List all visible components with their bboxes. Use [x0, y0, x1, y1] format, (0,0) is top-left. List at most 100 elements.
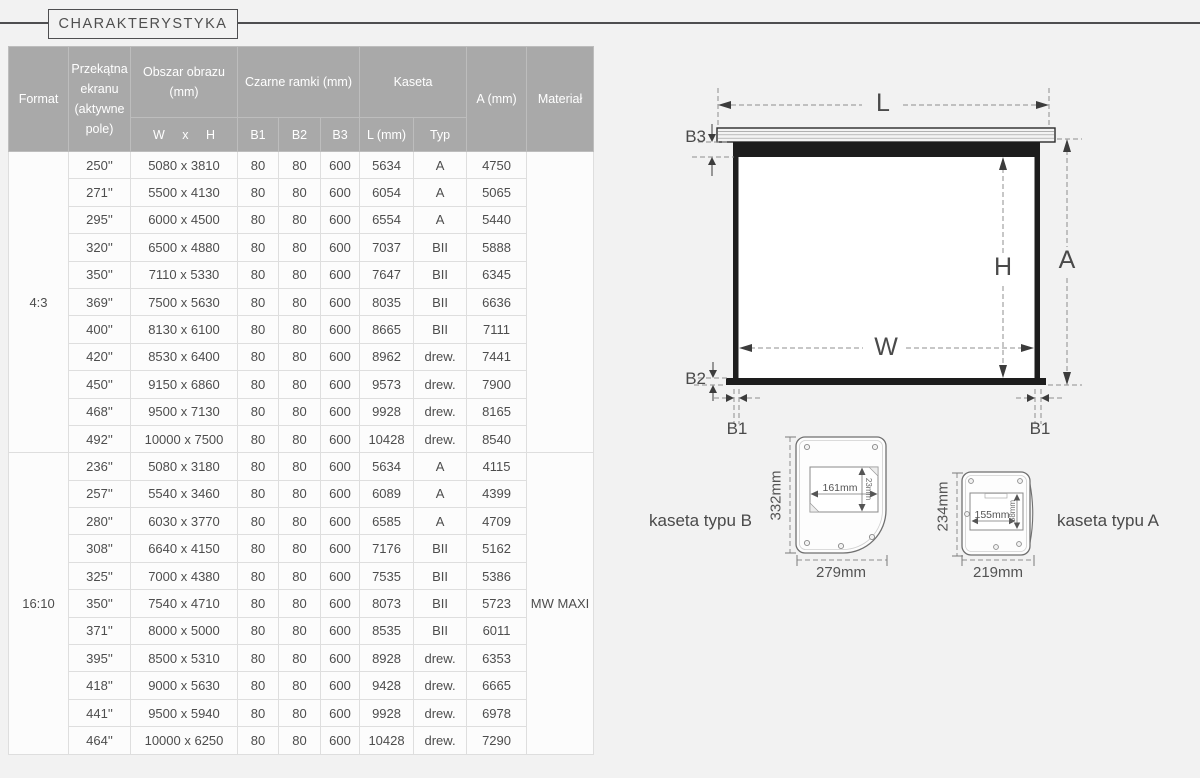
table-cell: 80 [279, 480, 321, 507]
table-row: 441''9500 x 594080806009928drew.6978 [9, 699, 594, 726]
table-cell: 468'' [69, 398, 131, 425]
table-cell: 250'' [69, 152, 131, 179]
table-cell: drew. [414, 699, 467, 726]
spec-table: Format Przekątna ekranu (aktywne pole) O… [8, 46, 594, 755]
table-cell: 9928 [360, 398, 414, 425]
table-cell: 10000 x 7500 [131, 425, 238, 452]
table-cell: BII [414, 590, 467, 617]
table-cell: 308'' [69, 535, 131, 562]
table-row: 371''8000 x 500080806008535BII6011 [9, 617, 594, 644]
table-cell: 80 [238, 617, 279, 644]
table-cell: 7900 [467, 371, 527, 398]
cassette-bar [717, 128, 1055, 142]
table-row: 350''7110 x 533080806007647BII6345 [9, 261, 594, 288]
table-row: 464''10000 x 6250808060010428drew.7290 [9, 727, 594, 754]
spec-table-container: Format Przekątna ekranu (aktywne pole) O… [8, 46, 594, 755]
table-cell: 4399 [467, 480, 527, 507]
table-cell: 5634 [360, 152, 414, 179]
table-cell: 295'' [69, 206, 131, 233]
table-cell: 600 [321, 645, 360, 672]
table-cell: BII [414, 234, 467, 261]
table-cell: 80 [238, 672, 279, 699]
table-cell: 80 [238, 453, 279, 480]
table-cell: 9500 x 7130 [131, 398, 238, 425]
table-cell: 9500 x 5940 [131, 699, 238, 726]
table-cell: 600 [321, 206, 360, 233]
dim-label-l: L [865, 91, 901, 116]
table-row: 450''9150 x 686080806009573drew.7900 [9, 371, 594, 398]
col-header-a: A (mm) [467, 47, 527, 152]
table-cell: 6030 x 3770 [131, 508, 238, 535]
table-cell: 257'' [69, 480, 131, 507]
table-cell: 7647 [360, 261, 414, 288]
col-header-b3: B3 [321, 118, 360, 152]
col-header-b1: B1 [238, 118, 279, 152]
table-cell: BII [414, 562, 467, 589]
table-cell: BII [414, 261, 467, 288]
table-cell: 80 [238, 699, 279, 726]
dim-label-a: A [1052, 248, 1082, 273]
table-cell: 9000 x 5630 [131, 672, 238, 699]
table-cell: 5888 [467, 234, 527, 261]
table-cell: 325'' [69, 562, 131, 589]
table-cell: 80 [279, 645, 321, 672]
table-cell: 80 [238, 590, 279, 617]
table-cell: 5634 [360, 453, 414, 480]
table-cell: BII [414, 535, 467, 562]
table-cell: 600 [321, 617, 360, 644]
material-cell: MW MAXI [527, 453, 594, 754]
table-cell: BII [414, 316, 467, 343]
table-cell: 600 [321, 152, 360, 179]
table-cell: 80 [279, 152, 321, 179]
table-cell: 80 [238, 288, 279, 315]
table-cell: drew. [414, 425, 467, 452]
table-cell: 10428 [360, 425, 414, 452]
table-cell: 6636 [467, 288, 527, 315]
format-cell: 16:10 [9, 453, 69, 754]
table-cell: A [414, 152, 467, 179]
table-cell: 8665 [360, 316, 414, 343]
table-cell: 80 [279, 179, 321, 206]
table-cell: 80 [238, 206, 279, 233]
cassette-b-label: kaseta typu B [628, 512, 773, 529]
table-cell: 80 [279, 425, 321, 452]
table-cell: 8073 [360, 590, 414, 617]
table-cell: 600 [321, 234, 360, 261]
table-cell: 80 [238, 425, 279, 452]
table-cell: 6353 [467, 645, 527, 672]
table-cell: 80 [238, 234, 279, 261]
table-cell: 600 [321, 672, 360, 699]
table-cell: BII [414, 617, 467, 644]
table-cell: 80 [238, 645, 279, 672]
table-cell: 80 [238, 480, 279, 507]
table-row: 16:10236''5080 x 318080806005634A4115MW … [9, 453, 594, 480]
table-cell: 80 [279, 288, 321, 315]
table-cell: 5723 [467, 590, 527, 617]
dim-label-b3: B3 [680, 128, 706, 145]
table-cell: 80 [238, 261, 279, 288]
table-cell: 395'' [69, 645, 131, 672]
table-cell: 8530 x 6400 [131, 343, 238, 370]
table-cell: 5500 x 4130 [131, 179, 238, 206]
table-cell: 371'' [69, 617, 131, 644]
table-cell: 600 [321, 425, 360, 452]
table-cell: 5386 [467, 562, 527, 589]
table-cell: 80 [279, 343, 321, 370]
table-cell: 600 [321, 480, 360, 507]
table-cell: 600 [321, 261, 360, 288]
table-cell: 7290 [467, 727, 527, 754]
table-cell: 7176 [360, 535, 414, 562]
col-header-black-frames: Czarne ramki (mm) [238, 47, 360, 118]
table-cell: 8540 [467, 425, 527, 452]
table-cell: 6978 [467, 699, 527, 726]
table-cell: A [414, 179, 467, 206]
table-cell: 6554 [360, 206, 414, 233]
table-cell: 9928 [360, 699, 414, 726]
table-row: 280''6030 x 377080806006585A4709 [9, 508, 594, 535]
table-cell: 271'' [69, 179, 131, 206]
col-header-material: Materiał [527, 47, 594, 152]
table-cell: 80 [238, 152, 279, 179]
table-cell: A [414, 453, 467, 480]
table-cell: 80 [279, 699, 321, 726]
table-row: 308''6640 x 415080806007176BII5162 [9, 535, 594, 562]
